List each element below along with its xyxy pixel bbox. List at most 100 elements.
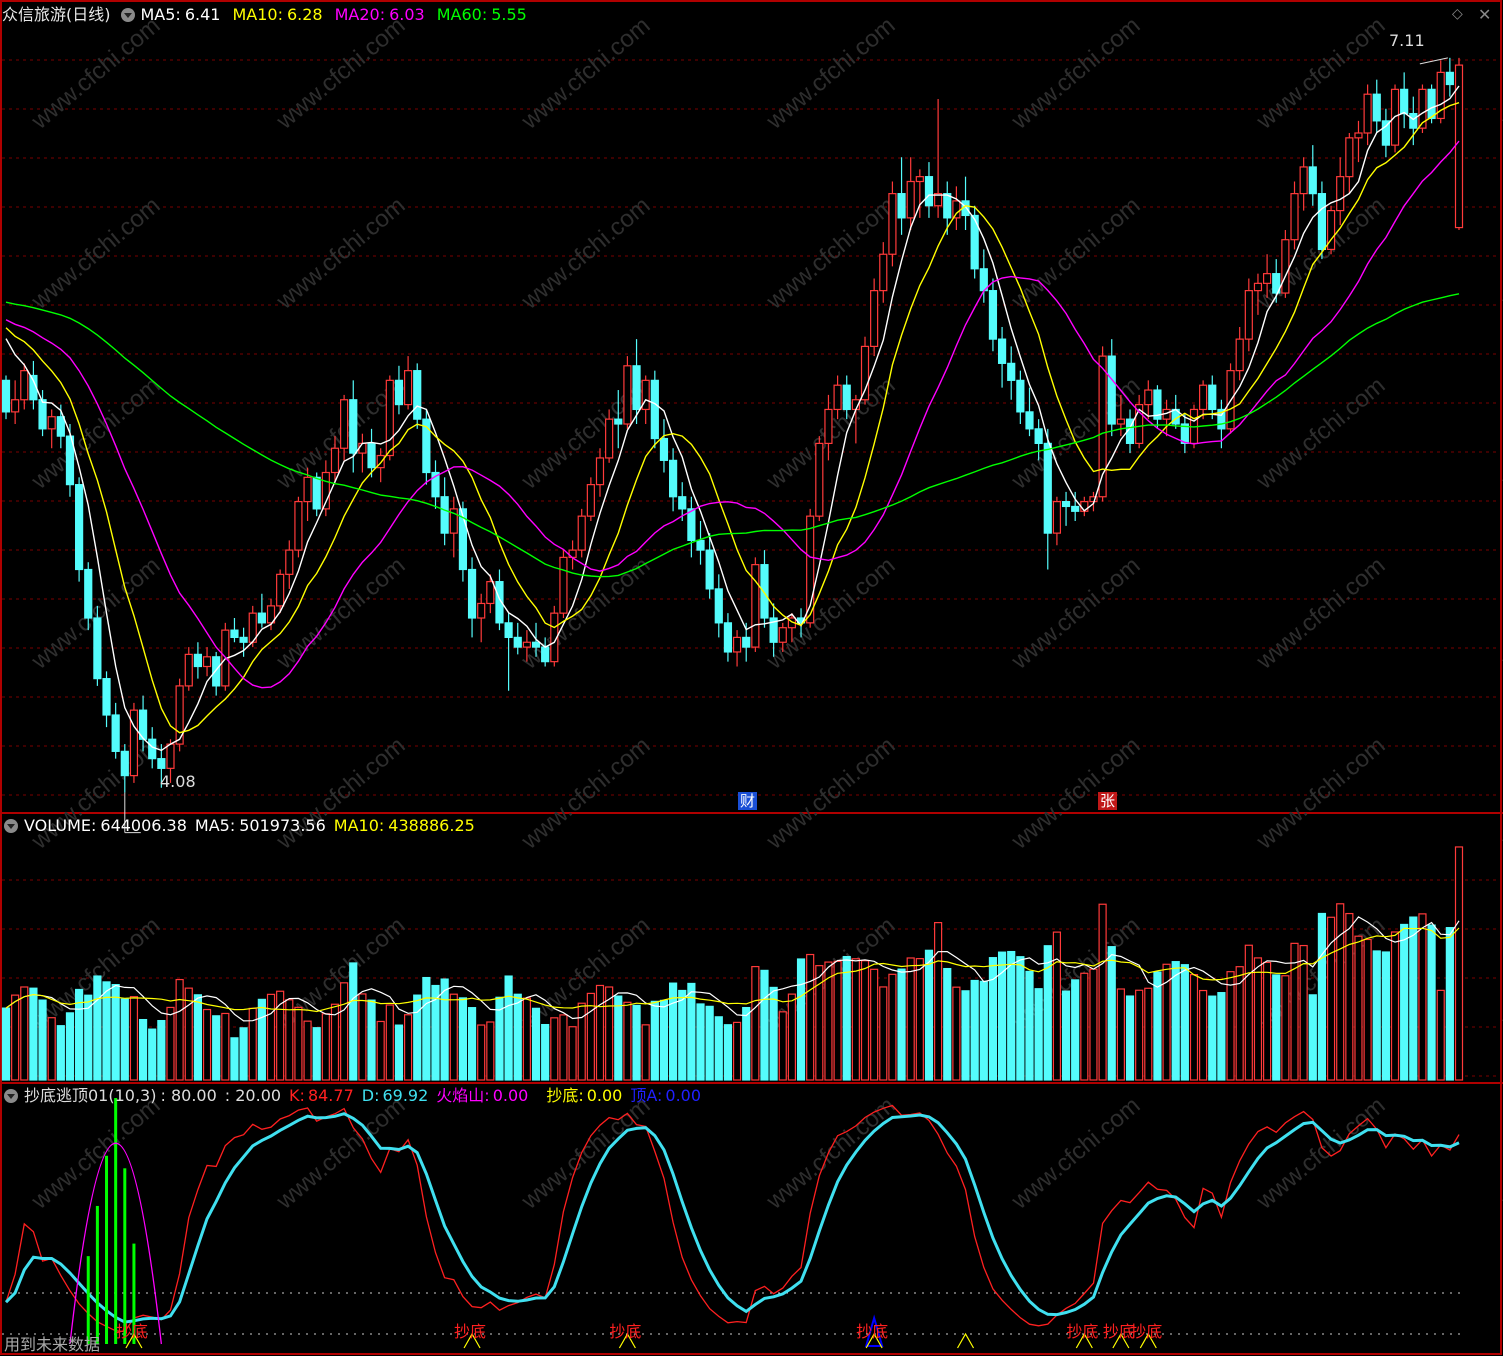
candle-body (47, 416, 56, 430)
volume-bar (93, 975, 102, 1081)
volume-bar (732, 1021, 742, 1081)
watermark-text: www.cfchi.com (1006, 1092, 1146, 1215)
candle-body (56, 416, 65, 437)
candle-body (440, 496, 449, 534)
volume-bar (1189, 974, 1199, 1081)
volume-bar (1400, 923, 1409, 1081)
bottom-signal-label: 抄底 (115, 1322, 148, 1341)
candle-body (1235, 338, 1244, 372)
candle-body (1445, 71, 1454, 86)
volume-bar (1409, 916, 1418, 1081)
candle-body (1007, 362, 1016, 381)
volume-bar (184, 987, 193, 1081)
volume-bar (851, 958, 860, 1081)
volume-bar (1, 1007, 11, 1081)
volume-bar (934, 922, 943, 1081)
candle-body (1016, 379, 1025, 413)
volume-bar (952, 986, 961, 1081)
footer-note: 用到未来数据 (4, 1335, 101, 1354)
volume-bar (559, 1014, 568, 1081)
candle-body (897, 193, 906, 219)
volume-bar (988, 957, 998, 1081)
close-icon[interactable]: ✕ (1478, 5, 1491, 24)
volume-ma10-label: MA10: (333, 816, 385, 835)
fire-bar (95, 1205, 99, 1344)
watermark-text: www.cfchi.com (1006, 192, 1146, 315)
volume-bar (1281, 975, 1290, 1081)
volume-bar (595, 984, 605, 1081)
candle-body (915, 176, 924, 183)
candle-body (239, 636, 248, 643)
volume-bar (29, 987, 38, 1081)
volume-bar (943, 967, 952, 1081)
ma60-line (5, 293, 1460, 578)
candle-body (943, 193, 952, 219)
volume-bar (312, 1027, 321, 1081)
volume-bar (413, 994, 422, 1081)
volume-bar (577, 1002, 586, 1081)
watermark-text: www.cfchi.com (1006, 732, 1146, 855)
candlestick-series (1, 57, 1464, 834)
bottom-signal-label: 抄底 (1130, 1322, 1163, 1341)
candle-body (513, 636, 522, 648)
volume-bar (1171, 961, 1180, 1081)
fire-label: 火焰山: (436, 1086, 490, 1105)
event-marker-limit[interactable]: 张 (1098, 792, 1118, 810)
volume-bar (111, 984, 120, 1081)
candle-body (93, 617, 102, 680)
volume-bar (1217, 992, 1226, 1081)
volume-bar (1153, 971, 1162, 1081)
volume-ma10-value: 438886.25 (388, 816, 475, 835)
volume-bar (202, 1008, 212, 1081)
candle-body (1144, 389, 1153, 406)
candle-body (184, 653, 193, 687)
volume-bar (20, 986, 29, 1081)
watermark-text: www.cfchi.com (516, 552, 656, 675)
volume-bar (860, 960, 870, 1081)
volume-bar (614, 995, 623, 1081)
candle-body (696, 539, 705, 551)
volume-bar (1226, 971, 1235, 1081)
volume-bar (38, 999, 47, 1081)
candle-body (531, 641, 541, 648)
volume-menu-icon[interactable] (4, 819, 18, 833)
top-label: 顶A: (630, 1086, 663, 1105)
indicator-menu-icon[interactable] (4, 1089, 18, 1103)
volume-bar (568, 1026, 577, 1081)
volume-bar (440, 978, 449, 1081)
volume-bar (531, 1007, 541, 1081)
candle-body (1354, 132, 1363, 139)
panel-menu-icon[interactable] (120, 8, 135, 22)
watermark-text: www.cfchi.com (1251, 372, 1391, 495)
candle-body (1290, 193, 1299, 241)
candle-body (403, 370, 413, 406)
watermark-text: www.cfchi.com (1006, 372, 1146, 495)
diamond-icon[interactable]: ◇ (1452, 6, 1463, 22)
volume-bar (1025, 970, 1034, 1081)
ma10-label: MA10: (232, 5, 283, 24)
fire-bar (114, 1098, 118, 1344)
candle-body (541, 646, 550, 663)
event-marker-finance[interactable]: 财 (738, 792, 758, 810)
volume-bar (1436, 989, 1445, 1081)
candle-body (102, 678, 111, 716)
watermark-text: www.cfchi.com (271, 192, 411, 315)
volume-bar (1061, 990, 1071, 1081)
candle-body (1345, 137, 1354, 178)
volume-bar (979, 980, 988, 1081)
volume-bar (166, 1006, 175, 1081)
watermark-text: www.cfchi.com (1006, 552, 1146, 675)
volume-bar (522, 997, 531, 1081)
volume-bar (1135, 989, 1144, 1081)
ma20-label: MA20: (334, 5, 386, 24)
k-label: K: (289, 1086, 305, 1105)
volume-ma5-value: 501973.56 (239, 816, 326, 835)
candle-body (879, 253, 888, 292)
candle-body (860, 345, 870, 401)
volume-bar (1071, 979, 1080, 1081)
volume-bar (1290, 942, 1299, 1081)
candle-body (193, 653, 203, 668)
volume-bar (1180, 964, 1189, 1081)
price-panel-title: 众信旅游(日线) (2, 5, 111, 24)
volume-bar (376, 1020, 385, 1081)
